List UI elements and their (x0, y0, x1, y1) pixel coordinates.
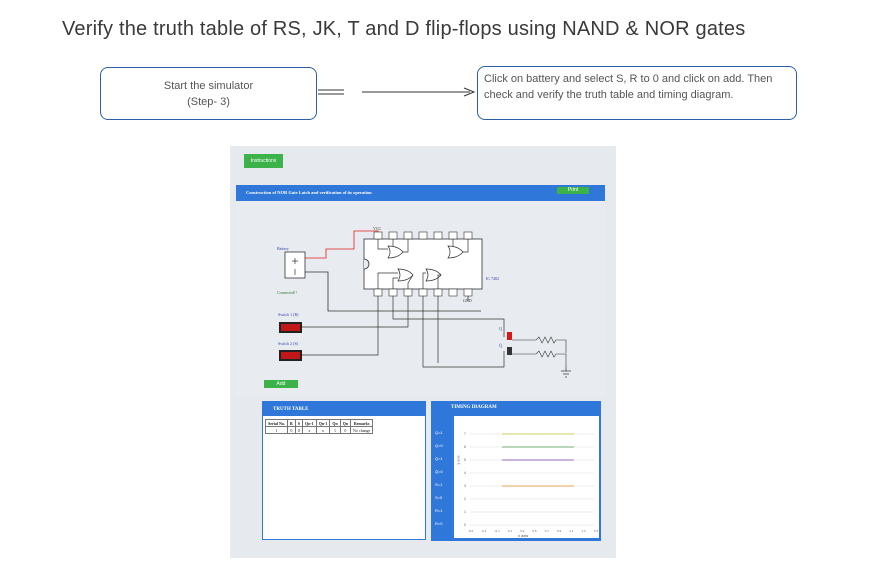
y-tick: 4 (464, 471, 466, 475)
x-tick: 1.3 (581, 529, 586, 533)
y-tick: 6 (464, 445, 466, 449)
x-tick: 0.7 (544, 529, 549, 533)
cell: 0 (294, 426, 304, 434)
row-label: Q̄=1 (435, 456, 443, 461)
cell: x (302, 426, 317, 434)
ic-label: IC 7402 (486, 276, 499, 281)
step-box: Start the simulator (Step- 3) (100, 67, 317, 120)
truth-table-header: TRUTH TABLE (263, 402, 425, 416)
instructions-button[interactable]: Instructions (244, 154, 283, 168)
x-tick: 0.9 (556, 529, 562, 533)
switch-r-label: Switch 1 (R) (278, 312, 299, 317)
row-label: S=1 (435, 482, 443, 487)
timing-diagram-title: TIMING DIAGRAM (451, 405, 497, 410)
q-label: Q (499, 326, 502, 331)
ground-icon (561, 367, 571, 378)
step-line-2: (Step- 3) (187, 96, 230, 108)
x-tick: 0.5 (532, 529, 537, 533)
y-tick: 5 (464, 458, 466, 462)
cell: x (315, 426, 331, 434)
row-label: S=0 (435, 495, 443, 500)
truth-table-panel: TRUTH TABLE Serial No. R S Qn-1 Q̄n-1 Qn… (262, 401, 426, 540)
truth-table: Serial No. R S Qn-1 Q̄n-1 Qn Q̄n Remarks… (265, 419, 374, 434)
circuit-diagram (279, 230, 571, 378)
cell: 1 (265, 426, 288, 434)
cell: No change (350, 426, 374, 434)
panel-header: Construction of NOR Gate Latch and verif… (236, 185, 605, 201)
step-line-1: Start the simulator (163, 80, 254, 92)
cell: 1 (329, 426, 341, 434)
x-axis-label: x axis (518, 533, 529, 538)
qbar-label: Q̄ (499, 343, 502, 348)
instruction-text: Click on battery and select S, R to 0 an… (484, 73, 773, 101)
y-axis-label: y axis (456, 455, 461, 465)
led-q-icon (507, 332, 512, 340)
battery-label: Battery (277, 246, 289, 251)
y-tick: 3 (464, 484, 466, 488)
col-serial: Serial No. (265, 419, 288, 427)
resistor-2-icon (512, 350, 567, 367)
print-button[interactable]: Print (557, 187, 589, 194)
connected-label: Connected!! (277, 290, 297, 295)
switch-s-label: Switch 2 (S) (278, 341, 298, 346)
timing-diagram-panel: TIMING DIAGRAM Q=1 Q=0 Q̄=1 Q̄=0 S=1 S=0… (431, 401, 601, 541)
col-qbar-n: Q̄n (339, 419, 352, 427)
truth-table-title: TRUTH TABLE (273, 407, 309, 412)
row-label: R=0 (435, 521, 443, 526)
y-tick: 0 (464, 523, 466, 527)
x-tick: -0.5 (468, 529, 474, 533)
col-s: S (294, 419, 304, 427)
page-title: Verify the truth table of RS, JK, T and … (62, 18, 746, 40)
instruction-box: Click on battery and select S, R to 0 an… (477, 66, 797, 120)
col-qbar-n-1: Q̄n-1 (315, 419, 331, 427)
row-label: Q̄=0 (435, 469, 443, 474)
arrow-icon (318, 87, 476, 97)
led-qbar-icon (507, 347, 512, 355)
add-button[interactable]: Add (264, 380, 298, 388)
y-tick: 7 (464, 432, 466, 436)
y-tick: 1 (464, 510, 466, 514)
table-header-row: Serial No. R S Qn-1 Q̄n-1 Qn Q̄n Remarks (265, 419, 374, 427)
cell: 0 (339, 426, 352, 434)
x-tick: -0.1 (494, 529, 500, 533)
ic-top-pins (373, 231, 473, 240)
panel-title: Construction of NOR Gate Latch and verif… (246, 190, 372, 195)
row-label: Q=1 (435, 430, 443, 435)
x-tick: 1.1 (569, 529, 574, 533)
timing-plot: 7 6 5 4 3 2 1 0 y axis -0.5 -0.4 -0.1 0.… (454, 416, 599, 538)
x-tick: 1.5 (593, 529, 598, 533)
col-qn: Qn (329, 419, 341, 427)
col-qn-1: Qn-1 (302, 419, 317, 427)
row-label: Q=0 (435, 443, 443, 448)
x-tick: 0.1 (507, 529, 513, 533)
col-remarks: Remarks (350, 419, 374, 427)
col-r: R (286, 419, 296, 427)
cell: 0 (286, 426, 296, 434)
table-row: 1 0 0 x x 1 0 No change (265, 426, 374, 434)
row-label: R=1 (435, 508, 443, 513)
x-ticks: -0.5 -0.4 -0.1 0.1 0.3 0.5 0.7 0.9 1.1 1… (468, 529, 598, 533)
ic-bottom-pins (373, 288, 473, 297)
vcc-label: VCC (373, 226, 382, 231)
y-tick: 2 (464, 497, 466, 501)
gnd-label: GND (463, 298, 472, 303)
x-tick: -0.4 (481, 529, 487, 533)
